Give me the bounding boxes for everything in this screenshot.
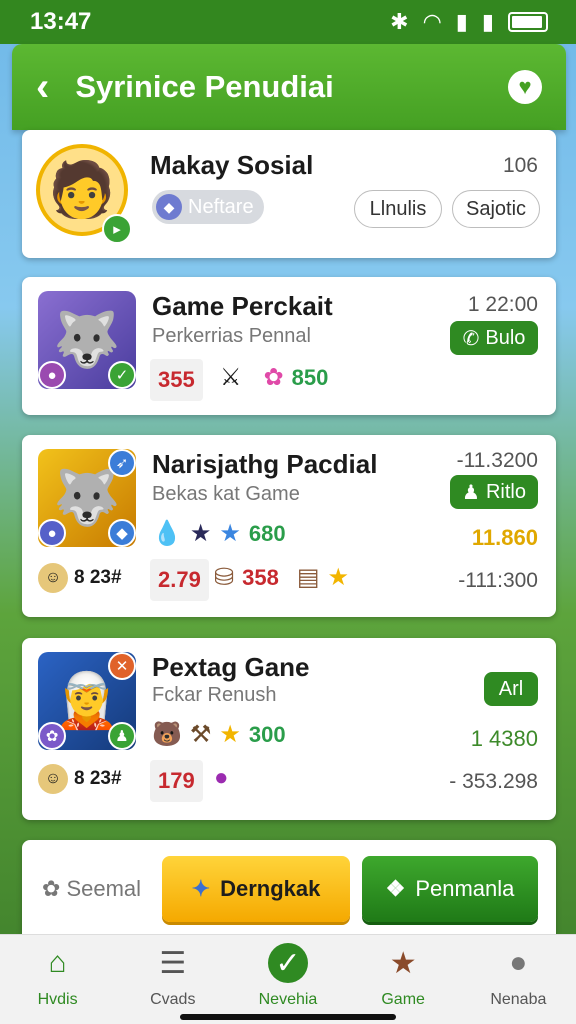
list-icon: ☰ [159,946,187,980]
score-box: 179 [150,760,203,802]
char-badge-icon: ● [38,361,66,389]
game-card-2[interactable]: 🐺 ➶ ● ◆ Narisjathg Pacdial Bekas kat Gam… [22,435,556,617]
char-badge-icon: ● [38,519,66,547]
user-score: ☺ 8 23# [38,764,122,794]
gold-star-icon: ★ [327,564,350,591]
action-panel: ✿ Seemal ✦ Derngkak ❖ Penmanla [22,840,556,940]
gold-star-icon: ★ [219,721,241,748]
game-title: Narisjathg Pacdial [152,449,378,479]
flower-icon: ✿ [263,364,284,391]
seemal-link[interactable]: ✿ Seemal [42,876,141,902]
heart-icon[interactable]: ♥ [508,70,542,104]
wood-icon: ▤ [296,564,320,591]
star-burst-icon: ✦ [191,876,211,901]
profile-count: 106 [502,154,538,177]
status-badge: ◆ Neftare [152,190,264,224]
score-box: 355 [150,359,203,401]
bear-icon: 🐻 [152,721,182,748]
gear-icon: ✿ [42,876,61,901]
nav-item-home[interactable]: ⌂ Hvdis [3,943,113,1009]
phone-icon: ✆ [462,327,480,350]
gold-value: 11.860 [471,525,538,550]
signal-icon: ▮ [455,9,468,34]
score-box: 2.79 [150,559,209,601]
stat-value: 850 [291,365,329,390]
game-subtitle: Perkerrias Pennal [152,325,311,347]
page-title: Syrinice Penudiai [75,69,334,104]
primary-action-button[interactable]: ✦ Derngkak [162,856,350,922]
stat-value: 300 [248,722,286,747]
game-delta: - 353.298 [449,770,538,793]
check-icon: ✓ [267,943,308,983]
bottom-nav: ⌂ Hvdis ☰ Cvads ✓ Nevehia ★ Game ● Nenab… [0,934,576,1024]
battery-icon [508,12,548,32]
game-title: Game Perckait [152,291,333,321]
game-card-1[interactable]: 🐺 ● ✓ Game Perckait Perkerrias Pennal 1 … [22,277,556,415]
game-play-button[interactable]: ✆ Bulo [450,321,538,355]
game-title: Pextag Gane [152,652,310,682]
tag-icon: ◆ [156,194,182,220]
game-delta: -111:300 [458,569,538,592]
green-value: 1 4380 [470,726,538,751]
nav-item-check[interactable]: ✓ Nevehia [233,943,343,1009]
sword-icon: ⚔ [220,364,242,391]
nav-item-cards[interactable]: ☰ Cvads [118,943,228,1009]
person-icon: ● [509,946,528,979]
nav-item-game[interactable]: ★ Game [348,943,458,1009]
nav-item-profile[interactable]: ● Nenaba [463,943,573,1009]
status-time: 13:47 [30,8,92,35]
barrel-icon: ⛁ [214,564,235,591]
star-icon: ★ [389,946,417,980]
profile-action-button-2[interactable]: Sajotic [452,190,540,228]
signal-2-icon: ▮ [481,9,494,34]
person-badge-icon: ♟ [108,722,136,750]
home-icon: ⌂ [48,946,67,979]
person-icon: ♟ [462,481,480,504]
game-badge-icon: ▸ [102,214,132,244]
game-subtitle: Bekas kat Game [152,483,300,505]
dark-star-icon: ★ [189,520,212,547]
game-time: 1 22:00 [467,293,538,316]
puzzle-icon: ❖ [385,876,406,901]
secondary-action-button[interactable]: ❖ Penmanla [362,856,538,922]
user-avatar-icon: ☺ [38,764,68,794]
stat-value: 680 [248,521,286,546]
bluetooth-icon: ✱ [390,9,409,34]
orb-icon: ● [214,764,229,791]
check-badge-icon: ✓ [108,361,136,389]
home-indicator [180,1014,396,1020]
shield-badge-icon: ◆ [108,519,136,547]
game-play-button[interactable]: ♟ Ritlo [450,475,538,509]
red-value: 358 [242,565,279,590]
game-time: -11.3200 [456,449,538,472]
flower-badge-icon: ✿ [38,722,66,750]
profile-card[interactable]: 🧑 ▸ Makay Sosial 106 ◆ Neftare Llnulis S… [22,130,556,258]
status-bar: 13:47 ✱ ◠ ▮ ▮ [0,0,576,44]
game-card-3[interactable]: 🧝 ✕ ✿ ♟ Pextag Gane Fckar Renush Arl 🐻 ⚒… [22,638,556,820]
feather-badge-icon: ➶ [108,449,136,477]
profile-action-button-1[interactable]: Llnulis [354,190,442,228]
axe-icon: ⚒ [189,721,212,748]
game-play-button[interactable]: Arl [484,672,538,706]
user-score: ☺ 8 23# [38,563,122,593]
profile-name: Makay Sosial [150,150,314,180]
back-icon[interactable]: ‹ [36,67,49,107]
drop-icon: 💧 [152,520,182,547]
app-header: ‹ Syrinice Penudiai ♥ [12,44,566,130]
wifi-icon: ◠ [422,9,442,34]
game-subtitle: Fckar Renush [152,684,277,706]
user-avatar-icon: ☺ [38,563,68,593]
blue-star-icon: ★ [219,520,241,547]
cross-badge-icon: ✕ [108,652,136,680]
